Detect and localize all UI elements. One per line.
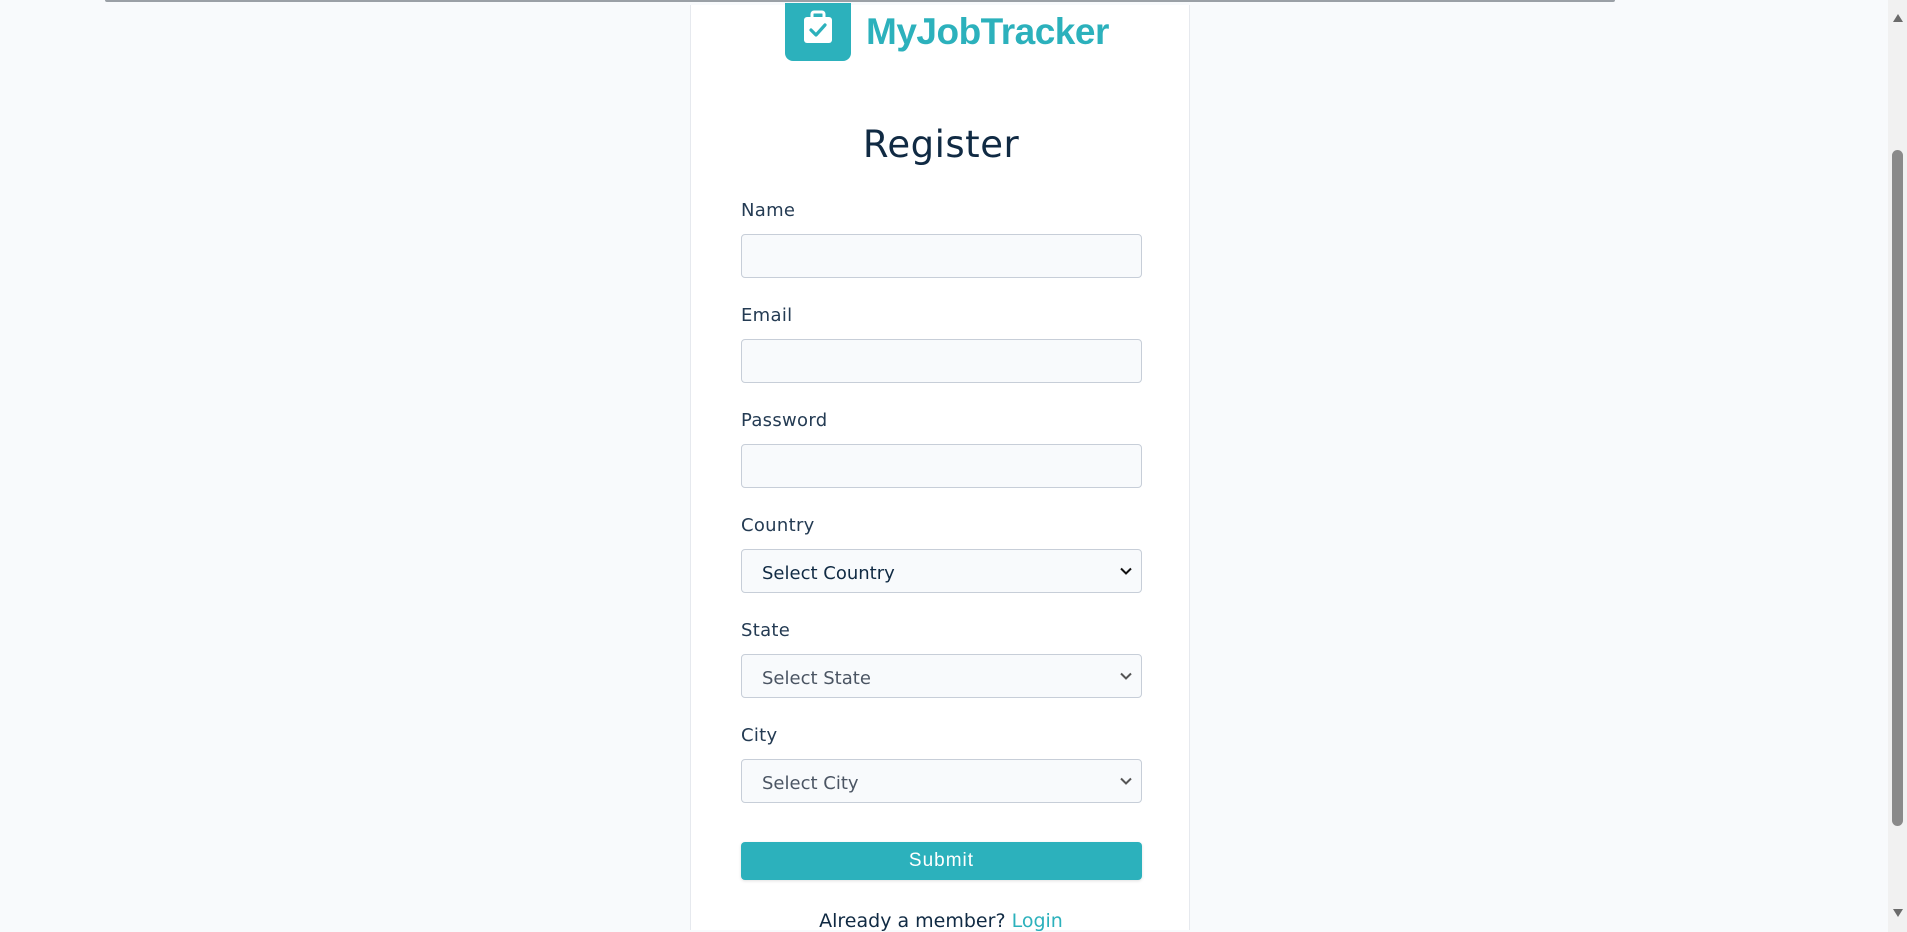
name-input[interactable] xyxy=(741,234,1142,278)
scroll-up-arrow-icon[interactable] xyxy=(1893,14,1903,22)
country-select[interactable]: Select Country xyxy=(741,549,1142,593)
city-select[interactable]: Select City xyxy=(741,759,1142,803)
name-label: Name xyxy=(741,200,796,221)
state-label: State xyxy=(741,620,791,641)
email-input[interactable] xyxy=(741,339,1142,383)
top-divider xyxy=(105,0,1615,2)
page-scrollbar[interactable] xyxy=(1888,0,1907,932)
login-prompt: Already a member? Login xyxy=(691,910,1191,932)
country-label: Country xyxy=(741,515,815,536)
brand-name: MyJobTracker xyxy=(866,11,1109,52)
state-select-value: Select State xyxy=(762,667,871,689)
scroll-down-arrow-icon[interactable] xyxy=(1893,909,1903,917)
city-select-value: Select City xyxy=(762,772,859,794)
chevron-down-icon xyxy=(1111,654,1141,698)
email-label: Email xyxy=(741,305,793,326)
register-card: MyJobTracker Register Name Email Passwor… xyxy=(690,3,1191,932)
logo[interactable]: MyJobTracker xyxy=(785,3,1109,65)
state-select[interactable]: Select State xyxy=(741,654,1142,698)
scrollbar-thumb[interactable] xyxy=(1892,150,1903,826)
chevron-down-icon xyxy=(1111,759,1141,803)
chevron-down-icon xyxy=(1111,549,1141,593)
country-select-value: Select Country xyxy=(762,562,895,584)
password-input[interactable] xyxy=(741,444,1142,488)
login-prompt-text: Already a member? xyxy=(819,910,1006,932)
city-label: City xyxy=(741,725,778,746)
briefcase-check-icon xyxy=(785,3,851,61)
login-link[interactable]: Login xyxy=(1012,910,1063,932)
submit-button[interactable]: Submit xyxy=(741,842,1142,880)
page-title: Register xyxy=(862,123,1020,166)
password-label: Password xyxy=(741,410,828,431)
